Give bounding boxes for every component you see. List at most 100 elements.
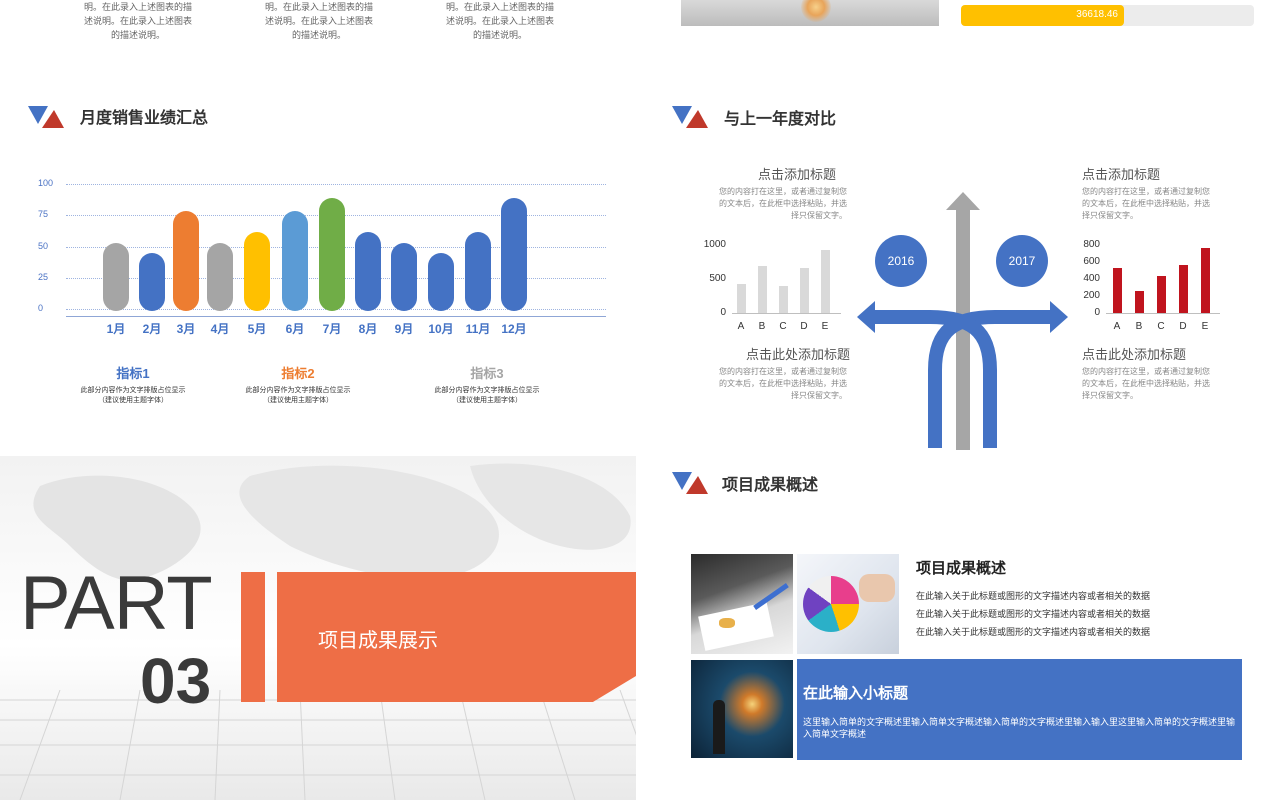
mini-x-axis xyxy=(1106,313,1220,314)
mini-x-label: A xyxy=(737,321,745,332)
results-blue-panel: 在此输入小标题 这里输入简单的文字概述里输入简单文字概述输入简单的文字概述里输入… xyxy=(797,659,1242,760)
y-tick-label: 25 xyxy=(38,272,49,283)
mini-bar-E xyxy=(1200,248,1210,313)
part-number: 03 xyxy=(140,645,212,717)
left-top-desc: 您的内容打在这里，或者通过复制您 的文本后，在此框中选择粘贴，并选 择只保留文字… xyxy=(719,187,847,220)
mini-x-label: C xyxy=(1157,321,1165,332)
bar-11月 xyxy=(465,231,491,311)
photo-pie-chart-analysis xyxy=(797,554,899,654)
y-tick-label: 0 xyxy=(38,303,44,314)
mini-bar-A xyxy=(1112,267,1122,313)
title-triangle-icon xyxy=(672,106,708,128)
top-desc-3: 明。在此录入上述图表的描 述说明。在此录入上述图表 的描述说明。 xyxy=(445,2,554,40)
left-top-title: 点击添加标题 xyxy=(758,167,837,182)
month-label: 4月 xyxy=(210,322,230,336)
mini-x-label: A xyxy=(1113,321,1121,332)
results-line-3: 在此输入关于此标题或图形的文字描述内容或者相关的数据 xyxy=(916,627,1151,637)
title-triangle-icon xyxy=(28,106,64,128)
year-2017-badge: 2017 xyxy=(996,235,1048,287)
photo-business-meeting xyxy=(691,554,793,654)
mini-y-tick: 800 xyxy=(1083,239,1100,250)
top-desc-2: 明。在此录入上述图表的描 述说明。在此录入上述图表 的描述说明。 xyxy=(264,2,373,40)
mini-x-label: E xyxy=(1201,321,1209,332)
mini-x-label: D xyxy=(1179,321,1187,332)
pie-shape xyxy=(803,576,859,632)
mini-y-tick: 400 xyxy=(1083,273,1100,284)
mini-bar-B xyxy=(757,266,767,313)
month-label: 12月 xyxy=(501,322,527,336)
person-silhouette xyxy=(713,700,725,754)
mini-bar-C xyxy=(1156,275,1166,313)
mini-y-tick: 0 xyxy=(720,307,726,318)
mini-x-label: C xyxy=(779,321,787,332)
bar-1月 xyxy=(103,243,129,311)
bar-6月 xyxy=(282,211,308,311)
indicator-3-desc: 此部分内容作为文字排版占位显示 （建议使用主题字体） xyxy=(434,387,540,404)
x-axis-line xyxy=(66,316,606,317)
mini-x-label: E xyxy=(821,321,829,332)
indicator-2-desc: 此部分内容作为文字排版占位显示 （建议使用主题字体） xyxy=(245,387,351,404)
right-top-title: 点击添加标题 xyxy=(1082,167,1161,182)
top-progress-fill: 36618.46 xyxy=(961,5,1124,26)
mini-y-tick: 200 xyxy=(1083,290,1100,301)
mini-x-axis xyxy=(732,313,841,314)
bar-12月 xyxy=(501,198,527,311)
results-panel-title: 项目成果概述 xyxy=(916,560,1007,577)
results-section-title: 项目成果概述 xyxy=(722,477,819,494)
bar-4月 xyxy=(207,243,233,311)
results-sub-title: 在此输入小标题 xyxy=(803,685,909,702)
light-glow xyxy=(801,0,831,22)
month-label: 11月 xyxy=(465,322,491,336)
mini-y-tick: 500 xyxy=(709,273,726,284)
month-label: 9月 xyxy=(394,322,414,336)
results-line-1: 在此输入关于此标题或图形的文字描述内容或者相关的数据 xyxy=(916,591,1151,601)
pen-shape xyxy=(753,582,789,611)
top-progress-value: 36618.46 xyxy=(1076,9,1118,20)
top-progress-track: 36618.46 xyxy=(961,5,1254,26)
mini-bar-B xyxy=(1134,291,1144,313)
part-subtitle: 项目成果展示 xyxy=(318,630,438,652)
month-label: 10月 xyxy=(428,322,454,336)
mini-x-label: B xyxy=(758,321,766,332)
results-line-2: 在此输入关于此标题或图形的文字描述内容或者相关的数据 xyxy=(916,609,1151,619)
mini-bar-D xyxy=(1178,264,1188,313)
right-top-desc: 您的内容打在这里，或者通过复制您 的文本后，在此框中选择粘贴，并选 择只保留文字… xyxy=(1082,187,1210,220)
month-label: 5月 xyxy=(247,322,267,336)
diverging-arrows-graphic xyxy=(857,192,1068,450)
y-tick-label: 75 xyxy=(38,209,49,220)
month-label: 1月 xyxy=(106,322,126,336)
monthly-sales-title: 月度销售业绩汇总 xyxy=(80,110,209,127)
y-tick-label: 50 xyxy=(38,240,49,251)
mini-y-tick: 0 xyxy=(1094,307,1100,318)
y-tick-label: 100 xyxy=(38,178,54,188)
top-desc-1: 明。在此录入上述图表的描 述说明。在此录入上述图表 的描述说明。 xyxy=(83,2,192,40)
year-2016-badge: 2016 xyxy=(875,235,927,287)
mini-bar-C xyxy=(778,286,788,313)
compare-title: 与上一年度对比 xyxy=(724,111,837,128)
title-triangle-icon xyxy=(672,472,708,494)
results-sub-desc: 这里输入简单的文字概述里输入简单文字概述输入简单的文字概述里输入输入里这里输入简… xyxy=(803,717,1236,739)
right-bottom-title: 点击此处添加标题 xyxy=(1082,347,1187,362)
indicator-1-desc: 此部分内容作为文字排版占位显示 （建议使用主题字体） xyxy=(80,387,186,404)
mini-y-tick: 1000 xyxy=(703,239,726,250)
grid-floor xyxy=(0,690,636,800)
bar-9月 xyxy=(391,243,417,311)
indicator-2-title: 指标2 xyxy=(281,366,315,381)
mini-bar-A xyxy=(736,283,746,313)
part-thin-bar xyxy=(241,572,265,702)
left-bottom-title: 点击此处添加标题 xyxy=(746,347,851,362)
bar-8月 xyxy=(355,231,381,311)
hand-shape xyxy=(859,574,895,602)
y-gridline xyxy=(66,184,606,185)
indicator-3-title: 指标3 xyxy=(470,366,504,381)
indicator-1-title: 指标1 xyxy=(116,366,150,381)
mini-bar-D xyxy=(799,268,809,313)
top-photo-fragment xyxy=(681,0,939,26)
month-label: 8月 xyxy=(358,322,378,336)
mini-y-tick: 600 xyxy=(1083,256,1100,267)
chart-blob xyxy=(719,618,735,628)
month-label: 7月 xyxy=(322,322,342,336)
month-label: 6月 xyxy=(285,322,305,336)
bar-5月 xyxy=(244,231,270,311)
bar-3月 xyxy=(173,211,199,311)
